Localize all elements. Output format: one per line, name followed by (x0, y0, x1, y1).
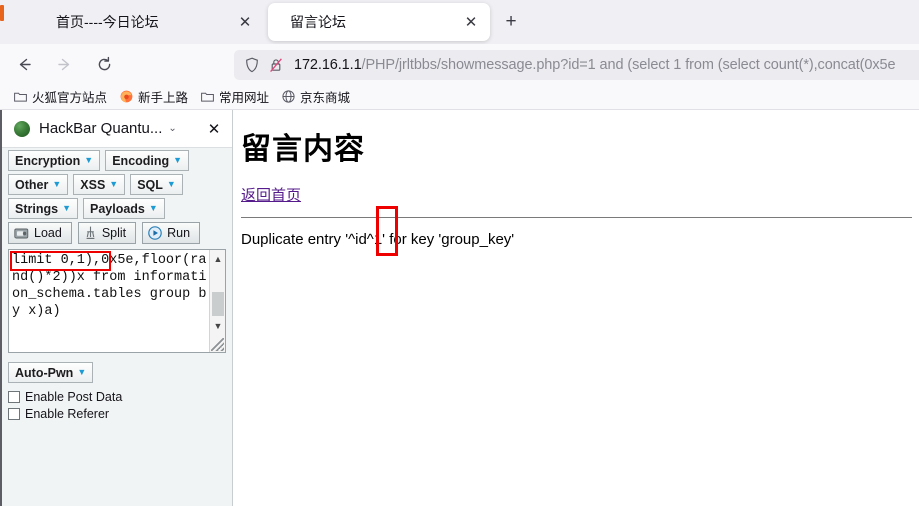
chevron-down-icon[interactable]: ⌄ (168, 123, 176, 134)
payloads-menu-button[interactable]: Payloads ▼ (82, 198, 165, 219)
new-tab-button[interactable]: + (498, 9, 524, 35)
chevron-down-icon: ▼ (166, 179, 176, 189)
chevron-down-icon: ▼ (52, 179, 62, 189)
hackbar-menu-row: Strings ▼ Payloads ▼ (8, 198, 232, 219)
shield-icon[interactable] (245, 57, 259, 73)
chevron-down-icon: ▼ (62, 203, 71, 213)
tab-active[interactable]: 留言论坛 ✕ (268, 3, 490, 41)
hackbar-action-row: Load Split Run (8, 222, 232, 244)
close-icon[interactable]: ✕ (458, 9, 484, 35)
checkbox-label: Enable Referer (25, 407, 110, 421)
scrollbar-thumb[interactable] (212, 292, 224, 316)
browser-window: 首页----今日论坛 ✕ 留言论坛 ✕ + 172.16.1.1/PHP/jrl… (0, 0, 919, 506)
run-button[interactable]: Run (142, 222, 201, 244)
load-button[interactable]: Load (8, 222, 72, 244)
back-icon[interactable] (8, 49, 40, 79)
checkbox-label: Enable Post Data (25, 390, 123, 404)
button-label: Run (167, 226, 191, 240)
hackbar-logo-icon (14, 120, 30, 137)
button-label: Split (101, 226, 127, 240)
payload-textarea-wrapper: limit 0,1),0x5e,floor(rand()*2))x from i… (8, 249, 226, 353)
hackbar-options: Auto-Pwn ▼ Enable Post Data Enable Refer… (8, 362, 232, 421)
button-label: Auto-Pwn (15, 365, 74, 380)
bookmark-label: 常用网址 (219, 91, 270, 105)
bookmarks-bar: 火狐官方站点 新手上路 常用网址 京东商城 (0, 84, 919, 110)
folder-icon (14, 91, 27, 102)
scroll-down-icon[interactable]: ▼ (210, 318, 226, 334)
split-icon (84, 226, 97, 240)
other-menu-button[interactable]: Other ▼ (8, 174, 69, 195)
page-title: 留言内容 (241, 132, 365, 167)
hackbar-menu-row: Other ▼ XSS ▼ SQL ▼ (8, 174, 232, 195)
hackbar-body: Encryption ▼ Encoding ▼ Other ▼ XSS ▼ SQ… (3, 150, 232, 506)
url-text: 172.16.1.1/PHP/jrltbbs/showmessage.php?i… (294, 57, 896, 73)
enable-referer-checkbox[interactable]: Enable Referer (8, 407, 232, 421)
sql-menu-button[interactable]: SQL ▼ (130, 174, 183, 195)
chevron-down-icon: ▼ (109, 179, 119, 189)
tab-title: 首页----今日论坛 (56, 14, 159, 30)
split-button[interactable]: Split (77, 222, 137, 244)
content-divider (241, 217, 912, 218)
url-host: 172.16.1.1 (294, 57, 362, 73)
tab-title: 留言论坛 (290, 14, 346, 30)
scroll-up-icon[interactable]: ▲ (210, 251, 226, 267)
bookmark-item[interactable]: 火狐官方站点 (14, 87, 107, 106)
tab-overflow-sliver (0, 5, 4, 21)
back-home-link[interactable]: 返回首页 (241, 184, 301, 205)
bookmark-item[interactable]: 常用网址 (201, 87, 269, 106)
xss-menu-button[interactable]: XSS ▼ (73, 174, 126, 195)
chevron-down-icon: ▼ (77, 367, 87, 377)
button-label: Encoding (112, 153, 170, 168)
close-icon[interactable]: ✕ (232, 9, 258, 35)
button-label: Encryption (15, 153, 81, 168)
encryption-menu-button[interactable]: Encryption ▼ (8, 150, 101, 171)
hackbar-sidebar: HackBar Quantu... ⌄ ✕ Encryption ▼ Encod… (0, 110, 233, 506)
chevron-down-icon: ▼ (148, 203, 158, 213)
button-label: Payloads (89, 201, 145, 216)
chevron-down-icon: ▼ (173, 155, 183, 165)
firefox-icon (120, 90, 133, 103)
tab-strip: 首页----今日论坛 ✕ 留言论坛 ✕ + (0, 0, 919, 44)
page-content: 留言内容 返回首页 Duplicate entry '^id^1' for ke… (234, 110, 919, 506)
hackbar-menu-row: Encryption ▼ Encoding ▼ (8, 150, 232, 171)
encoding-menu-button[interactable]: Encoding ▼ (105, 150, 190, 171)
url-bar[interactable]: 172.16.1.1/PHP/jrltbbs/showmessage.php?i… (234, 50, 919, 80)
forward-icon[interactable] (48, 49, 80, 79)
checkbox-icon[interactable] (8, 391, 20, 403)
run-icon (148, 226, 162, 240)
textarea-scrollbar[interactable]: ▲ ▼ (209, 250, 225, 352)
tab-inactive[interactable]: 首页----今日论坛 ✕ (22, 3, 264, 41)
close-icon[interactable]: ✕ (204, 119, 224, 139)
sidebar-rail (0, 110, 2, 506)
url-path: /PHP/jrltbbs/showmessage.php?id=1 and (s… (361, 57, 896, 73)
sidebar-header: HackBar Quantu... ⌄ ✕ (2, 110, 232, 148)
load-icon (14, 227, 29, 240)
lock-crossed-icon[interactable] (269, 57, 283, 73)
strings-menu-button[interactable]: Strings ▼ (8, 198, 78, 219)
bookmark-item[interactable]: 新手上路 (120, 87, 188, 106)
bookmark-label: 火狐官方站点 (32, 91, 108, 105)
bookmark-item[interactable]: 京东商城 (282, 87, 350, 106)
button-label: Strings (15, 201, 59, 216)
globe-icon (282, 90, 295, 103)
enable-post-data-checkbox[interactable]: Enable Post Data (8, 390, 232, 404)
bookmark-label: 新手上路 (138, 91, 189, 105)
auto-pwn-button[interactable]: Auto-Pwn ▼ (8, 362, 94, 383)
button-label: Load (34, 226, 62, 240)
folder-icon (201, 91, 214, 102)
button-label: XSS (80, 177, 106, 192)
button-label: SQL (137, 177, 163, 192)
sql-error-message: Duplicate entry '^id^1' for key 'group_k… (241, 231, 515, 248)
checkbox-icon[interactable] (8, 408, 20, 420)
chevron-down-icon: ▼ (84, 155, 94, 165)
sidebar-title: HackBar Quantu... (39, 120, 163, 137)
reload-icon[interactable] (88, 49, 120, 79)
button-label: Other (15, 177, 49, 192)
bookmark-label: 京东商城 (300, 91, 351, 105)
resize-grip-icon[interactable] (211, 338, 224, 351)
payload-textarea[interactable]: limit 0,1),0x5e,floor(rand()*2))x from i… (12, 252, 207, 352)
